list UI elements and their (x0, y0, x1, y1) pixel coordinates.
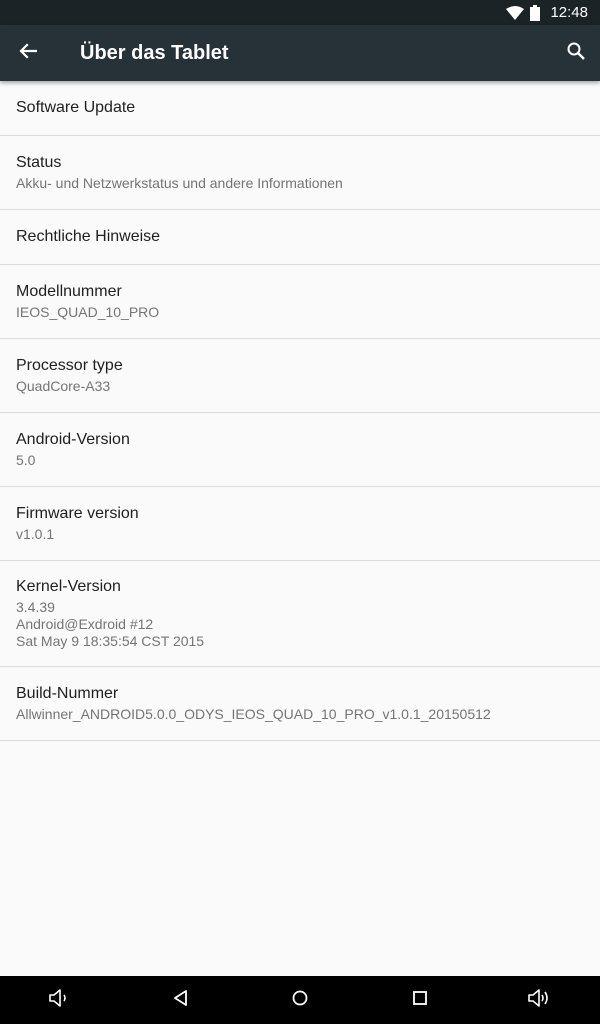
clock: 12:48 (550, 4, 588, 21)
settings-list: Software Update Status Akku- und Netzwer… (0, 81, 600, 741)
battery-icon (530, 4, 541, 21)
list-item-model-number[interactable]: Modellnummer IEOS_QUAD_10_PRO (0, 265, 600, 339)
list-item-build-number[interactable]: Build-Nummer Allwinner_ANDROID5.0.0_ODYS… (0, 667, 600, 741)
navigation-bar (0, 976, 600, 1024)
app-bar: Über das Tablet (0, 25, 600, 81)
volume-up-button[interactable] (510, 976, 570, 1024)
page-title: Über das Tablet (80, 41, 229, 64)
item-summary: Allwinner_ANDROID5.0.0_ODYS_IEOS_QUAD_10… (16, 706, 491, 722)
list-item-software-update[interactable]: Software Update (0, 81, 600, 136)
arrow-back-icon (19, 42, 38, 64)
item-title: Build-Nummer (16, 685, 119, 702)
item-title: Status (16, 154, 62, 171)
wifi-icon (506, 5, 525, 20)
recents-nav-button[interactable] (390, 976, 450, 1024)
back-button[interactable] (0, 25, 56, 81)
list-item-firmware-version[interactable]: Firmware version v1.0.1 (0, 487, 600, 561)
volume-down-button[interactable] (30, 976, 90, 1024)
status-bar: 12:48 (0, 0, 600, 25)
item-title: Processor type (16, 357, 123, 374)
home-nav-button[interactable] (270, 976, 330, 1024)
search-icon (567, 42, 585, 65)
item-title: Kernel-Version (16, 578, 121, 595)
list-item-android-version[interactable]: Android-Version 5.0 (0, 413, 600, 487)
item-summary: v1.0.1 (16, 526, 55, 542)
item-title: Rechtliche Hinweise (16, 228, 161, 245)
item-summary: Akku- und Netzwerkstatus und andere Info… (16, 175, 343, 191)
item-summary: 3.4.39 Android@Exdroid #12 Sat May 9 18:… (16, 599, 205, 649)
search-button[interactable] (552, 25, 600, 81)
square-recents-icon (412, 990, 428, 1011)
list-item-processor-type[interactable]: Processor type QuadCore-A33 (0, 339, 600, 413)
item-title: Software Update (16, 99, 136, 116)
list-item-status[interactable]: Status Akku- und Netzwerkstatus und ande… (0, 136, 600, 210)
list-item-kernel-version[interactable]: Kernel-Version 3.4.39 Android@Exdroid #1… (0, 561, 600, 667)
item-summary: QuadCore-A33 (16, 378, 111, 394)
item-title: Modellnummer (16, 283, 122, 300)
triangle-back-icon (172, 989, 188, 1012)
item-title: Android-Version (16, 431, 130, 448)
list-item-legal[interactable]: Rechtliche Hinweise (0, 210, 600, 265)
circle-home-icon (291, 989, 309, 1012)
volume-up-icon (527, 988, 553, 1013)
item-summary: IEOS_QUAD_10_PRO (16, 304, 160, 320)
back-nav-button[interactable] (150, 976, 210, 1024)
item-title: Firmware version (16, 505, 139, 522)
item-summary: 5.0 (16, 452, 36, 468)
volume-down-icon (48, 988, 72, 1013)
